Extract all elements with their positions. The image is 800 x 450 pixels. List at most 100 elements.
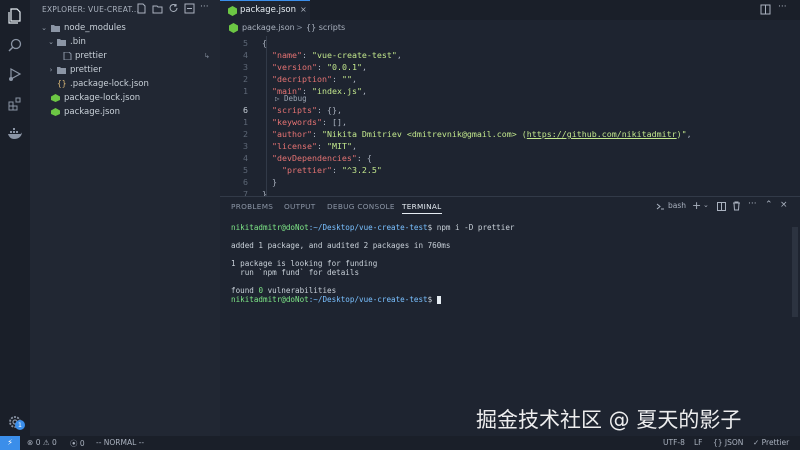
- json-key: "scripts": [272, 105, 317, 115]
- run-debug-icon[interactable]: [7, 66, 23, 82]
- prompt-path: :~/Desktop/vue-create-test: [308, 295, 428, 304]
- tree-label: .package-lock.json: [70, 79, 149, 89]
- error-icon: ⊗: [27, 438, 34, 447]
- more-actions-icon[interactable]: ···: [778, 2, 787, 12]
- tree-item-node-modules[interactable]: ⌄ node_modules: [30, 21, 220, 35]
- terminal-output: 1 package is looking for funding: [231, 259, 378, 268]
- bottom-panel: PROBLEMS OUTPUT DEBUG CONSOLE TERMINAL b…: [220, 196, 800, 436]
- trash-icon[interactable]: [732, 201, 741, 211]
- code-text: }: [262, 188, 267, 196]
- tree-item-prettier-link[interactable]: prettier ↳: [30, 49, 220, 63]
- watermark: 掘金技术社区 @ 夏天的影子: [476, 408, 742, 432]
- remote-indicator[interactable]: ⚡: [0, 436, 20, 450]
- split-editor-icon[interactable]: [760, 4, 771, 15]
- code-line[interactable]: 6 "scripts": {},: [220, 104, 800, 116]
- code-punct: ,: [396, 50, 402, 60]
- tree-label: package.json: [64, 107, 120, 117]
- code-line[interactable]: 5{: [220, 37, 800, 49]
- tab-output[interactable]: OUTPUT: [284, 202, 316, 211]
- code-line[interactable]: 4 "devDependencies": {: [220, 152, 800, 164]
- code-line[interactable]: 7}: [220, 188, 800, 196]
- close-panel-icon[interactable]: ×: [780, 200, 788, 210]
- tree-item-bin[interactable]: ⌄ .bin: [30, 35, 220, 49]
- code-line[interactable]: 3 "license": "MIT",: [220, 140, 800, 152]
- terminal-output: run `npm fund` for details: [231, 268, 360, 277]
- tree-item-package-json[interactable]: package.json: [30, 105, 220, 119]
- code-punct: :: [316, 105, 327, 115]
- chevron-right-icon: ›: [49, 66, 53, 74]
- code-punct: }: [272, 177, 277, 187]
- tab-debug-console[interactable]: DEBUG CONSOLE: [327, 202, 395, 211]
- tab-problems[interactable]: PROBLEMS: [231, 202, 273, 211]
- new-terminal-icon[interactable]: +: [692, 199, 701, 212]
- line-number: 2: [243, 129, 248, 139]
- code-line[interactable]: 1 "main": "index.js",: [220, 85, 800, 97]
- warning-icon: ⚠: [42, 438, 50, 447]
- more-actions-icon[interactable]: ···: [748, 199, 757, 209]
- split-terminal-icon[interactable]: [717, 202, 726, 211]
- json-key: "author": [272, 129, 312, 139]
- tab-package-json[interactable]: package.json ×: [220, 0, 310, 20]
- explorer-sidebar: EXPLORER: VUE-CREAT... ··· ⌄ node_module…: [30, 0, 220, 436]
- close-icon[interactable]: ×: [300, 5, 307, 14]
- json-value: "vue-create-test": [311, 50, 397, 60]
- code-punct: }: [262, 189, 267, 196]
- code-line[interactable]: 2 "author": "Nikita Dmitriev <dmitrevnik@…: [220, 128, 800, 140]
- code-punct: ,: [361, 62, 367, 72]
- error-count: 0: [35, 438, 41, 447]
- code-line[interactable]: 3 "version": "0.0.1",: [220, 61, 800, 73]
- prettier-status[interactable]: ✓ Prettier: [753, 438, 789, 447]
- maximize-panel-icon[interactable]: ⌃: [765, 200, 773, 210]
- breadcrumb: package.json > {} scripts: [220, 20, 800, 36]
- search-icon[interactable]: [7, 37, 23, 53]
- code-link[interactable]: https://github.com/nikitadmitr: [527, 129, 677, 139]
- encoding-selector[interactable]: UTF-8: [663, 438, 685, 447]
- tab-terminal[interactable]: TERMINAL: [402, 202, 442, 214]
- code-line[interactable]: 2 "decription": "",: [220, 73, 800, 85]
- play-icon: ▷: [275, 94, 285, 103]
- code-text: "name": "vue-create-test",: [272, 49, 402, 61]
- tree-item-hidden-package-lock[interactable]: {} .package-lock.json: [30, 77, 220, 91]
- json-value: "Nikita Dmitriev <dmitrevnik@gmail.com> …: [321, 129, 527, 139]
- problems-status[interactable]: ⊗ 0 ⚠ 0: [27, 438, 57, 447]
- terminal-scrollbar[interactable]: [792, 227, 798, 317]
- json-key: "version": [272, 62, 317, 72]
- breadcrumb-file[interactable]: package.json: [242, 23, 295, 32]
- code-punct: ,: [336, 105, 342, 115]
- refresh-icon[interactable]: [168, 3, 179, 14]
- line-number: 3: [243, 62, 248, 72]
- json-key: "name": [272, 50, 302, 60]
- settings-badge: 1: [15, 420, 25, 430]
- ports-status[interactable]: ⦿ 0: [70, 438, 85, 449]
- code-punct: ,: [686, 129, 692, 139]
- chevron-down-icon[interactable]: ⌄: [703, 201, 709, 209]
- prompt-path: :~/Desktop/vue-create-test: [308, 223, 428, 232]
- broadcast-icon: ⦿: [70, 439, 78, 448]
- new-file-icon[interactable]: [136, 3, 147, 14]
- eol-selector[interactable]: LF: [694, 438, 703, 447]
- code-punct: :: [316, 141, 327, 151]
- tree-item-prettier-folder[interactable]: › prettier: [30, 63, 220, 77]
- collapse-all-icon[interactable]: [184, 3, 195, 14]
- language-mode[interactable]: {} JSON: [713, 438, 743, 447]
- docker-icon[interactable]: [7, 126, 23, 142]
- code-line[interactable]: 1 "keywords": [],: [220, 116, 800, 128]
- npm-icon: [51, 94, 60, 102]
- terminal-text: vulnerabilities: [263, 286, 337, 295]
- breadcrumb-symbol[interactable]: {} scripts: [306, 23, 345, 32]
- codelens-debug[interactable]: ▷ Debug: [275, 94, 307, 103]
- explorer-icon[interactable]: [7, 8, 23, 24]
- more-actions-icon[interactable]: ···: [200, 3, 211, 14]
- code-line[interactable]: 4 "name": "vue-create-test",: [220, 49, 800, 61]
- tree-item-package-lock[interactable]: package-lock.json: [30, 91, 220, 105]
- terminal-shell-selector[interactable]: bash: [668, 201, 686, 210]
- code-punct: :: [321, 117, 332, 127]
- tree-label: .bin: [70, 37, 86, 47]
- code-line[interactable]: 5 "prettier": "^3.2.5": [220, 164, 800, 176]
- code-editor[interactable]: 5{4 "name": "vue-create-test", 3 "version":…: [220, 36, 800, 196]
- extensions-icon[interactable]: [7, 96, 23, 112]
- new-folder-icon[interactable]: [152, 3, 163, 14]
- code-line[interactable]: 6}: [220, 176, 800, 188]
- npm-icon: [228, 6, 237, 16]
- terminal-line-prompt[interactable]: nikitadmitr@doNot:~/Desktop/vue-create-t…: [231, 295, 441, 304]
